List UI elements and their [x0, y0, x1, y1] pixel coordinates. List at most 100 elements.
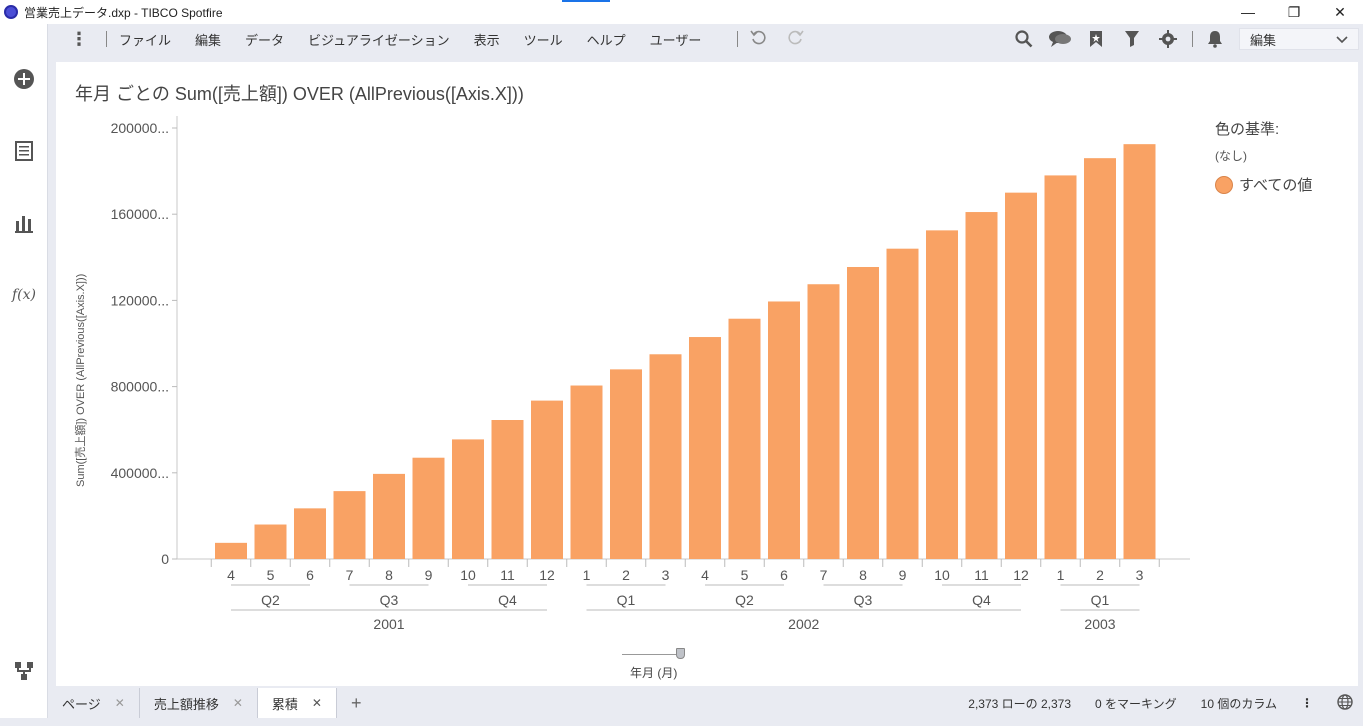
menu-file[interactable]: ファイル [119, 30, 171, 49]
y-tick-label: 0 [161, 551, 169, 567]
bookmark-icon[interactable] [1084, 27, 1108, 51]
more-menu-icon[interactable]: ⋮ [64, 29, 94, 50]
window-titlebar: 営業売上データ.dxp - TIBCO Spotfire — ❐ ✕ [0, 0, 1363, 24]
redo-icon[interactable] [788, 29, 805, 50]
x-tick-label-month: 11 [500, 567, 515, 583]
chart-bar[interactable] [294, 508, 326, 559]
search-icon[interactable] [1012, 27, 1036, 51]
minimize-button[interactable]: — [1225, 0, 1271, 24]
chart-bar[interactable] [531, 400, 563, 559]
spotfire-app-icon [4, 5, 18, 19]
menu-visualization[interactable]: ビジュアライゼーション [308, 30, 450, 49]
x-tick-label-month: 2 [622, 567, 630, 583]
hierarchy-slider-handle[interactable] [676, 648, 685, 659]
legend-subtitle: (なし) [1215, 149, 1247, 163]
chart-bar[interactable] [1044, 175, 1077, 559]
chart-bar[interactable] [1084, 158, 1116, 560]
chart-bar[interactable] [649, 354, 682, 559]
x-tick-label-month: 9 [899, 567, 907, 583]
close-tab-icon[interactable]: ✕ [312, 696, 322, 710]
globe-icon[interactable] [1337, 693, 1353, 713]
chart-bar[interactable] [886, 248, 919, 559]
more-options-icon[interactable]: ⋮ [1301, 696, 1313, 710]
page-tab-label: 累積 [271, 696, 298, 712]
x-axis-label[interactable]: 年月 (月) [630, 664, 677, 681]
notifications-bell-icon[interactable] [1203, 27, 1227, 51]
chart-bar[interactable] [926, 230, 958, 560]
x-tick-label-quarter: Q1 [617, 592, 636, 608]
toolbar-divider [1192, 31, 1193, 47]
add-icon[interactable] [12, 67, 36, 91]
x-tick-label-month: 4 [227, 567, 235, 583]
chart-bar[interactable] [570, 385, 603, 559]
bar-chart-icon[interactable] [12, 211, 36, 235]
legend-title: 色の基準: [1215, 121, 1280, 138]
hierarchy-icon[interactable] [12, 659, 36, 683]
marking-count[interactable]: 0 をマーキング [1095, 695, 1177, 712]
x-tick-label-quarter: Q4 [972, 592, 991, 608]
x-tick-label-month: 6 [306, 567, 314, 583]
chart-bar[interactable] [333, 491, 366, 559]
x-tick-label-month: 11 [974, 567, 989, 583]
chart-bar[interactable] [412, 457, 445, 559]
settings-gear-icon[interactable] [1156, 27, 1180, 51]
x-tick-label-quarter: Q1 [1091, 592, 1110, 608]
chart-bar[interactable] [965, 212, 998, 560]
legend[interactable]: 色の基準: (なし) すべての値 [1215, 118, 1312, 195]
chart-bar[interactable] [254, 524, 287, 559]
chart-bar[interactable] [728, 318, 761, 559]
x-tick-label-month: 7 [820, 567, 828, 583]
chart-bar[interactable] [373, 473, 405, 559]
comments-icon[interactable] [1048, 27, 1072, 51]
chart-bar[interactable] [1005, 192, 1037, 559]
x-tick-label-month: 9 [425, 567, 433, 583]
menu-data[interactable]: データ [245, 30, 284, 49]
page-tab-active[interactable]: 累積 ✕ [257, 688, 337, 718]
close-button[interactable]: ✕ [1317, 0, 1363, 24]
x-tick-label-quarter: Q4 [498, 592, 517, 608]
page-tab[interactable]: 売上額推移 ✕ [140, 688, 258, 718]
chart-bar[interactable] [610, 369, 642, 559]
chart-bar[interactable] [452, 439, 484, 559]
data-table-icon[interactable] [12, 139, 36, 163]
chart-bar[interactable] [1123, 144, 1156, 559]
bar-chart-visualization[interactable]: 年月 ごとの Sum([売上額]) OVER (AllPrevious([Axi… [56, 62, 1358, 686]
x-tick-label-month: 1 [583, 567, 591, 583]
menu-view[interactable]: 表示 [474, 30, 500, 49]
edit-mode-select[interactable]: 編集 [1239, 28, 1359, 50]
x-tick-label-month: 1 [1057, 567, 1065, 583]
chart-bar[interactable] [491, 420, 524, 559]
x-tick-label-year: 2001 [373, 616, 404, 632]
menu-user[interactable]: ユーザー [650, 30, 702, 49]
add-page-button[interactable]: + [337, 693, 376, 714]
menu-divider [737, 31, 739, 47]
function-icon[interactable]: f(x) [12, 283, 36, 307]
menu-edit[interactable]: 編集 [195, 30, 221, 49]
page-tab[interactable]: ページ ✕ [48, 688, 140, 718]
status-bar: ページ ✕ 売上額推移 ✕ 累積 ✕ + 2,373 ローの 2,373 0 を… [48, 688, 1363, 718]
x-tick-label-month: 5 [267, 567, 275, 583]
close-tab-icon[interactable]: ✕ [115, 696, 125, 710]
menu-help[interactable]: ヘルプ [587, 30, 626, 49]
page-tab-label: 売上額推移 [153, 696, 219, 712]
chart-bar[interactable] [768, 301, 800, 559]
legend-item-label: すべての値 [1239, 177, 1313, 194]
chart-bar[interactable] [847, 266, 879, 559]
chart-plot-area[interactable]: 0 400000... 800000... 120000... 160000... 200… [56, 62, 1206, 662]
filter-icon[interactable] [1120, 27, 1144, 51]
chart-bar[interactable] [807, 284, 840, 559]
legend-item[interactable]: すべての値 [1215, 174, 1312, 195]
undo-icon[interactable] [750, 29, 766, 50]
y-tick-label: 800000... [111, 379, 169, 395]
menu-bar: ⋮ ファイル 編集 データ ビジュアライゼーション 表示 ツール ヘルプ ユーザ… [48, 24, 1363, 54]
menu-tools[interactable]: ツール [524, 30, 563, 49]
chart-bar[interactable] [215, 542, 247, 559]
hierarchy-slider-track [622, 654, 684, 655]
restore-button[interactable]: ❐ [1271, 0, 1317, 24]
close-tab-icon[interactable]: ✕ [233, 696, 243, 710]
legend-swatch [1215, 175, 1233, 194]
x-tick-label-month: 12 [1013, 567, 1029, 583]
chart-bar[interactable] [689, 337, 721, 559]
analysis-canvas: 年月 ごとの Sum([売上額]) OVER (AllPrevious([Axi… [48, 54, 1363, 688]
y-tick-label: 160000... [111, 206, 169, 222]
